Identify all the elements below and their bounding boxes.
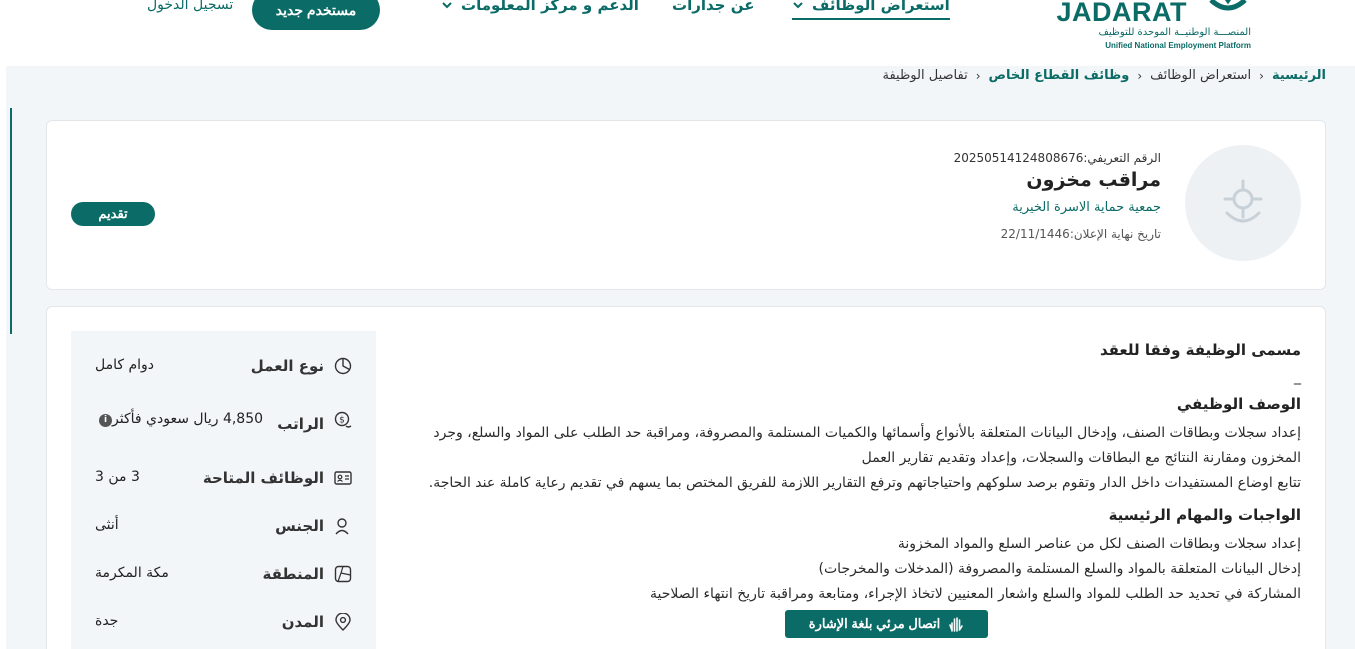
info-label: المدن [281, 613, 324, 631]
job-description-heading: الوصف الوظيفي [1176, 395, 1301, 413]
chevron-left-icon: ‹ [975, 68, 981, 83]
info-value-text: 4,850 ريال سعودي فأكثر [112, 411, 264, 427]
money-icon: $ [334, 411, 352, 428]
info-value: مكة المكرمة [95, 565, 169, 581]
job-title: مراقب مخزون [1026, 169, 1161, 191]
organization-name[interactable]: جمعية حماية الاسرة الخيرية [954, 200, 1161, 215]
info-label: الوظائف المتاحة [202, 469, 324, 487]
job-reference-label: الرقم التعريفي: [1083, 151, 1161, 165]
map-region-icon [334, 565, 352, 583]
organization-avatar [1185, 145, 1301, 261]
sign-language-call-button[interactable]: اتصال مرئي بلغة الإشارة [785, 610, 988, 638]
logo-tagline-en: Unified National Employment Platform [1105, 41, 1251, 50]
breadcrumb-private-sector[interactable]: وظائف القطاع الخاص [989, 68, 1130, 83]
chevron-left-icon: ‹ [1259, 68, 1264, 83]
logo-mark-icon [1209, 0, 1247, 11]
info-label: نوع العمل [250, 357, 324, 375]
jadarat-logo[interactable]: JADARAT المنصـــة الوطنيــة الموحدة للتو… [1057, 0, 1252, 56]
info-value: 3 من 3 [95, 469, 140, 485]
nav-support-center-label: الدعم و مركز المعلومات [461, 0, 639, 14]
job-info: الرقم التعريفي:20250514124808676 مراقب م… [954, 151, 1161, 241]
nav-about-jadarat-label: عن جدارات [672, 0, 755, 14]
sign-language-hand-icon [949, 617, 964, 632]
apply-button[interactable]: تقديم [71, 202, 155, 226]
breadcrumb-job-details: تفاصيل الوظيفة [882, 68, 968, 83]
gender-icon [335, 518, 349, 535]
job-summary-card: الرقم التعريفي:20250514124808676 مراقب م… [46, 120, 1326, 290]
info-row-gender: الجنس أنثى [71, 509, 376, 549]
info-row-work-type: نوع العمل دوام كامل [71, 349, 376, 389]
login-link[interactable]: تسجيل الدخول [147, 0, 233, 13]
id-card-icon [334, 471, 352, 485]
nav-support-center[interactable]: الدعم و مركز المعلومات [441, 0, 639, 14]
location-pin-icon [335, 613, 351, 631]
info-row-cities: المدن جدة [71, 605, 376, 645]
info-row-region: المنطقة مكة المكرمة [71, 557, 376, 597]
svg-text:$: $ [339, 416, 345, 426]
duty-item: المشاركة في تحديد حد الطلب للمواد والسلع… [649, 586, 1301, 602]
job-attributes-panel: نوع العمل دوام كامل $ الراتب 4,850 ريال … [71, 331, 376, 649]
logo-tagline-ar: المنصـــة الوطنيــة الموحدة للتوظيف [1098, 27, 1252, 38]
info-value: أنثى [95, 517, 119, 533]
contract-title-value: _ [1294, 369, 1301, 385]
duty-item: إعداد سجلات وبطاقات الصنف لكل من عناصر ا… [897, 536, 1301, 552]
info-value: دوام كامل [95, 357, 155, 373]
info-badge-icon[interactable]: i [99, 414, 112, 427]
nav-browse-jobs-label: استعراض الوظائف [812, 0, 950, 14]
chevron-down-icon [793, 2, 803, 9]
sign-language-call-label: اتصال مرئي بلغة الإشارة [808, 616, 941, 631]
breadcrumb-home[interactable]: الرئيسية [1272, 68, 1326, 83]
nav-browse-jobs[interactable]: استعراض الوظائف [792, 0, 950, 20]
job-details-card: مسمى الوظيفة وفقا للعقد _ الوصف الوظيفي … [46, 306, 1326, 649]
chevron-down-icon [442, 2, 452, 9]
top-header: JADARAT المنصـــة الوطنيــة الموحدة للتو… [0, 0, 1355, 66]
info-value: 4,850 ريال سعودي فأكثرi [95, 411, 263, 427]
job-reference: الرقم التعريفي:20250514124808676 [954, 151, 1161, 165]
logo-wordmark: JADARAT [1056, 0, 1187, 27]
breadcrumb-browse-jobs[interactable]: استعراض الوظائف [1150, 68, 1251, 83]
info-value: جدة [95, 613, 119, 629]
job-description: مسمى الوظيفة وفقا للعقد _ الوصف الوظيفي … [389, 341, 1301, 607]
info-label: الراتب [277, 415, 324, 433]
nav-about-jadarat[interactable]: عن جدارات [672, 0, 754, 14]
info-row-available-jobs: الوظائف المتاحة 3 من 3 [71, 461, 376, 501]
job-description-paragraph: إعداد سجلات وبطاقات الصنف، وإدخال البيان… [433, 425, 1301, 466]
contract-title-heading: مسمى الوظيفة وفقا للعقد [1099, 341, 1301, 359]
chevron-left-icon: ‹ [1137, 68, 1143, 83]
info-label: المنطقة [262, 565, 324, 583]
job-deadline-value: 22/11/1446 [1000, 227, 1070, 241]
organization-placeholder-icon [1223, 179, 1263, 223]
job-reference-value: 20250514124808676 [953, 151, 1084, 165]
breadcrumb: الرئيسية ‹ استعراض الوظائف ‹ وظائف القطا… [882, 68, 1326, 83]
pie-chart-icon [334, 357, 352, 375]
left-accent-rule [10, 108, 12, 334]
duties-heading: الواجبات والمهام الرئيسية [1108, 506, 1301, 524]
duty-item: إدخال البيانات المتعلقة بالمواد والسلع ا… [818, 561, 1301, 577]
job-deadline-label: تاريخ نهاية الإعلان: [1069, 227, 1161, 241]
info-label: الجنس [275, 517, 324, 535]
info-row-salary: $ الراتب 4,850 ريال سعودي فأكثرi [71, 403, 376, 443]
job-deadline: تاريخ نهاية الإعلان:22/11/1446 [954, 227, 1161, 241]
new-user-button[interactable]: مستخدم جديد [252, 0, 380, 30]
job-description-paragraph: تتابع اوضاع المستفيدات داخل الدار وتقوم … [428, 475, 1301, 491]
